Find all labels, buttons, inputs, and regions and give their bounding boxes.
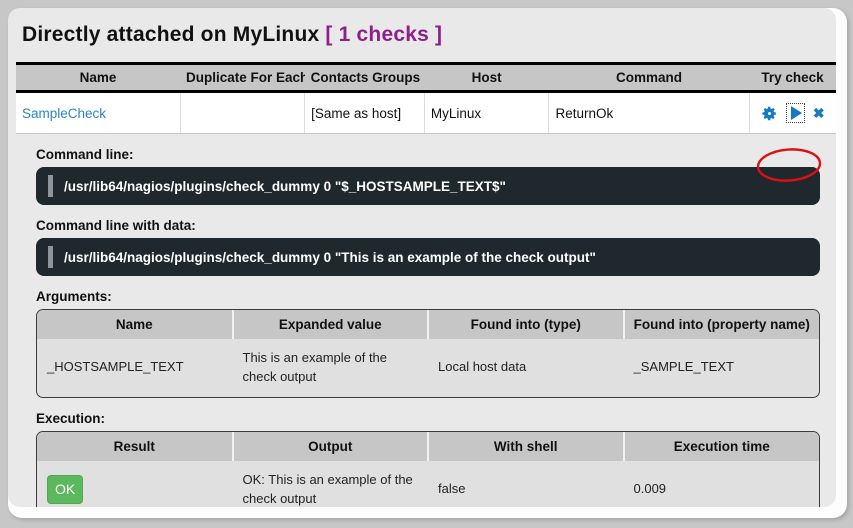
check-host-cell: MyLinux [424, 92, 549, 134]
arguments-table-container: Name Expanded value Found into (type) Fo… [36, 309, 820, 398]
check-contacts-groups-cell: [Same as host] [305, 92, 425, 134]
arguments-table: Name Expanded value Found into (type) Fo… [37, 310, 819, 397]
check-duplicate-cell [180, 92, 305, 134]
command-line-with-data-label: Command line with data: [36, 218, 836, 233]
execution-header-execution-time: Execution time [624, 432, 820, 461]
check-actions-cell: ✖ [749, 92, 836, 134]
argument-name-cell: _HOSTSAMPLE_TEXT [37, 339, 233, 397]
command-line-box: /usr/lib64/nagios/plugins/check_dummy 0 … [36, 167, 820, 205]
checks-panel: Directly attached on MyLinux [ 1 checks … [8, 8, 836, 507]
execution-label: Execution: [36, 411, 836, 426]
column-header-duplicate-for-each: Duplicate For Each [180, 64, 305, 92]
checks-table-container: Name Duplicate For Each Contacts Groups … [16, 62, 836, 134]
execution-header-output: Output [233, 432, 429, 461]
column-header-host: Host [424, 64, 549, 92]
arguments-header-found-into-property: Found into (property name) [624, 310, 820, 339]
column-header-name: Name [16, 64, 180, 92]
page-title-prefix: Directly attached on [22, 23, 227, 46]
terminal-quote-bar [48, 175, 53, 197]
arguments-label: Arguments: [36, 289, 836, 304]
arguments-header-row: Name Expanded value Found into (type) Fo… [37, 310, 819, 339]
checks-table-header-row: Name Duplicate For Each Contacts Groups … [16, 64, 836, 92]
play-icon[interactable] [786, 103, 805, 123]
execution-header-row: Result Output With shell Execution time [37, 432, 819, 461]
column-header-try-check: Try check [749, 64, 836, 92]
argument-row: _HOSTSAMPLE_TEXT This is an example of t… [37, 339, 819, 397]
command-line-label: Command line: [36, 147, 836, 162]
execution-result-cell: OK [37, 461, 233, 507]
execution-with-shell-cell: false [428, 461, 624, 507]
execution-row: OK OK: This is an example of the check o… [37, 461, 819, 507]
arguments-header-expanded-value: Expanded value [233, 310, 429, 339]
execution-table: Result Output With shell Execution time … [37, 432, 819, 507]
command-line-value: /usr/lib64/nagios/plugins/check_dummy 0 … [64, 179, 506, 194]
column-header-contacts-groups: Contacts Groups [305, 64, 425, 92]
close-icon[interactable]: ✖ [813, 106, 825, 120]
check-name-cell: SampleCheck [16, 92, 180, 134]
terminal-quote-bar [48, 246, 53, 268]
column-header-command: Command [549, 64, 749, 92]
argument-expanded-value-cell: This is an example of the check output [233, 339, 429, 397]
check-name-link[interactable]: SampleCheck [22, 106, 106, 121]
argument-found-into-type-cell: Local host data [428, 339, 624, 397]
arguments-header-name: Name [37, 310, 233, 339]
check-row: SampleCheck [Same as host] MyLinux Retur… [16, 92, 836, 134]
status-badge: OK [47, 475, 83, 503]
page-title: Directly attached on MyLinux [ 1 checks … [22, 23, 836, 47]
command-line-with-data-value: /usr/lib64/nagios/plugins/check_dummy 0 … [64, 250, 596, 265]
page-title-host: MyLinux [233, 23, 320, 46]
check-command-cell: ReturnOk [549, 92, 749, 134]
checks-table: Name Duplicate For Each Contacts Groups … [16, 62, 836, 134]
checks-count-badge: [ 1 checks ] [325, 23, 442, 46]
argument-found-into-property-cell: _SAMPLE_TEXT [624, 339, 820, 397]
execution-time-cell: 0.009 [624, 461, 820, 507]
execution-table-container: Result Output With shell Execution time … [36, 431, 820, 507]
arguments-header-found-into-type: Found into (type) [428, 310, 624, 339]
execution-header-result: Result [37, 432, 233, 461]
command-line-with-data-box: /usr/lib64/nagios/plugins/check_dummy 0 … [36, 238, 820, 276]
execution-output-cell: OK: This is an example of the check outp… [233, 461, 429, 507]
gear-icon[interactable] [761, 105, 778, 122]
execution-header-with-shell: With shell [428, 432, 624, 461]
